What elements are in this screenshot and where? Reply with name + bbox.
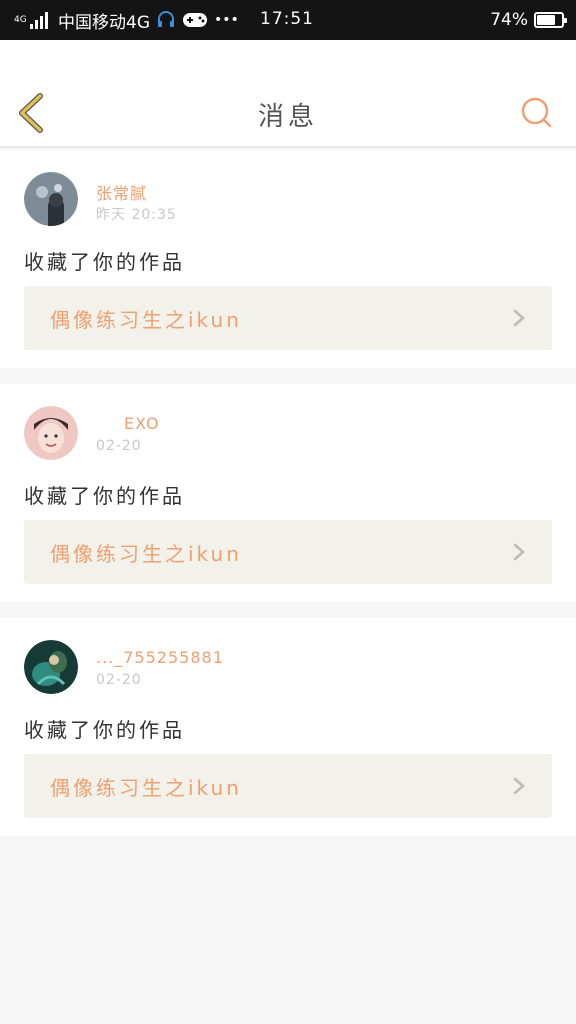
action-text: 收藏了你的作品 [24,718,185,742]
notification-list: 张常腻 昨天 20:35 收藏了你的作品 偶像练习生之ikun EXO 02-2… [0,150,576,852]
work-title: 偶像练习生之ikun [50,541,242,566]
avatar[interactable] [24,406,78,460]
battery-percent: 74% [490,10,528,30]
chevron-right-icon [513,777,525,795]
network-badge: 4G [14,14,27,25]
carrier-label: 中国移动4G [58,12,150,33]
work-title: 偶像练习生之ikun [50,307,242,332]
more-notifications-indicator: ••• [214,12,239,28]
timestamp: 昨天 20:35 [96,207,177,223]
username[interactable]: EXO [124,414,160,433]
timestamp: 02-20 [96,438,142,454]
action-text: 收藏了你的作品 [24,484,185,508]
notification-card: 张常腻 昨天 20:35 收藏了你的作品 偶像练习生之ikun [0,150,576,368]
notification-card: EXO 02-20 收藏了你的作品 偶像练习生之ikun [0,384,576,602]
clock: 17:51 [260,9,314,29]
chevron-right-icon [513,543,525,561]
chevron-right-icon [513,309,525,327]
page-title: 消息 [257,102,318,132]
gamepad-icon [182,11,208,29]
battery-icon [534,12,567,28]
headset-icon [156,10,176,30]
work-link[interactable]: 偶像练习生之ikun [24,286,552,350]
work-link[interactable]: 偶像练习生之ikun [24,754,552,818]
avatar[interactable] [24,640,78,694]
avatar[interactable] [24,172,78,226]
work-link[interactable]: 偶像练习生之ikun [24,520,552,584]
app-header: 消息 [0,40,576,148]
search-button[interactable] [520,96,554,130]
timestamp: 02-20 [96,672,142,688]
username[interactable]: 张常腻 [96,180,147,204]
search-icon [521,97,552,128]
signal-icon [30,11,48,29]
action-text: 收藏了你的作品 [24,250,185,274]
work-title: 偶像练习生之ikun [50,775,242,800]
status-bar: 4G 中国移动4G ••• 17:51 74% [0,0,576,40]
username[interactable]: ..._755255881 [96,648,224,667]
notification-card: ..._755255881 02-20 收藏了你的作品 偶像练习生之ikun [0,618,576,836]
